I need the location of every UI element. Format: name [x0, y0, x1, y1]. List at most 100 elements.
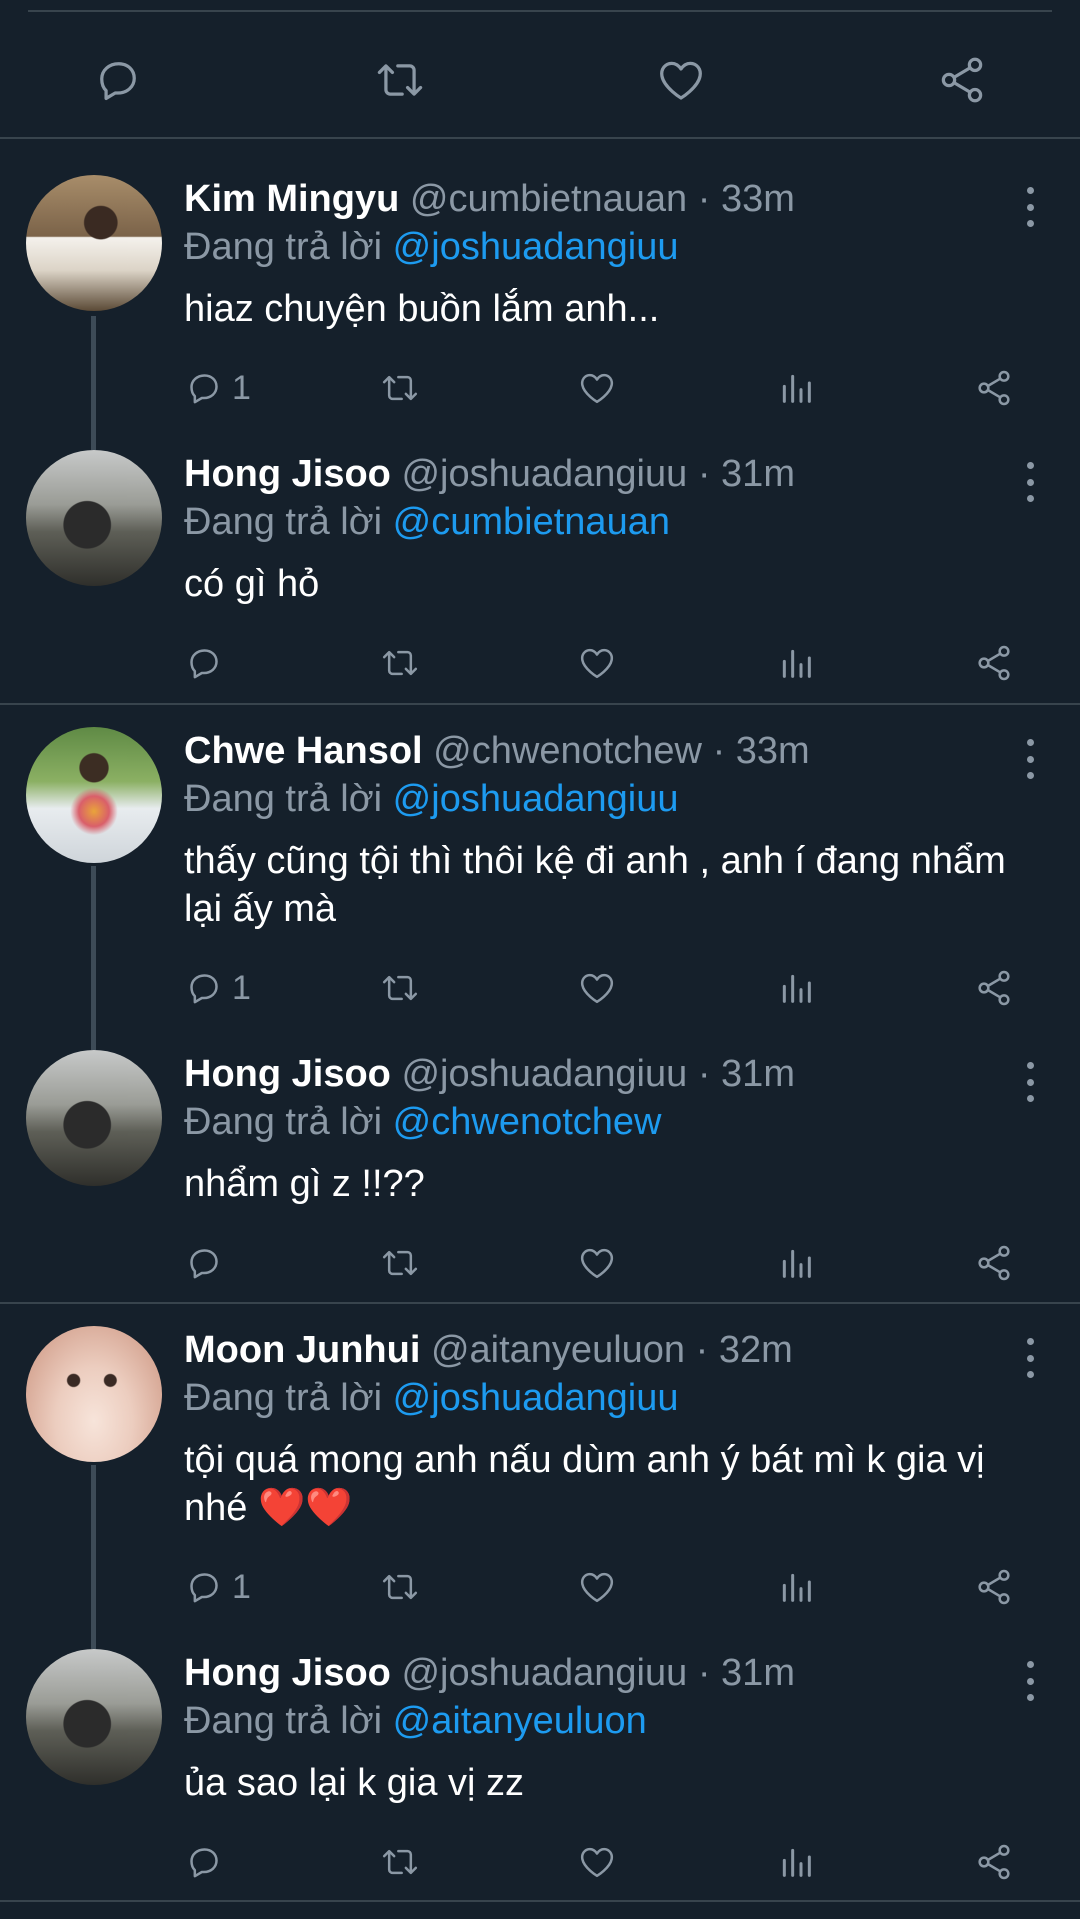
like-button[interactable] — [577, 638, 617, 688]
avatar[interactable] — [26, 1050, 162, 1186]
author-name[interactable]: Hong Jisoo — [184, 453, 391, 495]
analytics-icon — [776, 1243, 816, 1283]
share-button[interactable] — [974, 1562, 1014, 1612]
retweet-button[interactable] — [370, 50, 430, 110]
reply-button[interactable] — [88, 50, 148, 110]
like-button[interactable] — [577, 963, 617, 1013]
retweet-button[interactable] — [380, 963, 420, 1013]
author-handle[interactable]: @chwenotchew — [433, 730, 702, 772]
more-options-button[interactable] — [1020, 739, 1040, 779]
retweet-button[interactable] — [380, 1238, 420, 1288]
author-handle[interactable]: @aitanyeuluon — [431, 1329, 685, 1371]
share-button[interactable] — [974, 1238, 1014, 1288]
mention-link[interactable]: @aitanyeuluon — [393, 1700, 647, 1742]
tweet-actions: 1 — [184, 1562, 1044, 1612]
retweet-button[interactable] — [380, 638, 420, 688]
analytics-button[interactable] — [776, 638, 816, 688]
like-button[interactable] — [577, 363, 617, 413]
mention-link[interactable]: @joshuadangiuu — [393, 1377, 679, 1419]
author-name[interactable]: Moon Junhui — [184, 1329, 420, 1371]
reply-button[interactable] — [184, 638, 232, 688]
like-button[interactable] — [577, 1837, 617, 1887]
tweet-actions: 1 — [184, 963, 1044, 1013]
replying-to-label: Đang trả lời — [184, 778, 383, 820]
timestamp[interactable]: 31m — [721, 1053, 795, 1095]
like-button[interactable] — [577, 1562, 617, 1612]
more-options-button[interactable] — [1020, 1661, 1040, 1701]
avatar[interactable] — [26, 727, 162, 863]
like-icon — [577, 1567, 617, 1607]
author-handle[interactable]: @joshuadangiuu — [401, 1053, 687, 1095]
share-icon — [936, 54, 988, 106]
reply-button[interactable] — [184, 1238, 232, 1288]
avatar[interactable] — [26, 1649, 162, 1785]
reply-button[interactable]: 1 — [184, 963, 251, 1013]
more-options-button[interactable] — [1020, 462, 1040, 502]
main-tweet-actions — [0, 20, 1080, 140]
retweet-button[interactable] — [380, 1837, 420, 1887]
share-button[interactable] — [974, 1837, 1014, 1887]
share-button[interactable] — [974, 638, 1014, 688]
like-button[interactable] — [651, 50, 711, 110]
author-name[interactable]: Hong Jisoo — [184, 1652, 391, 1694]
reply-button[interactable]: 1 — [184, 1562, 251, 1612]
reply-button[interactable] — [184, 1837, 232, 1887]
avatar[interactable] — [26, 1326, 162, 1462]
top-divider — [28, 10, 1052, 12]
analytics-button[interactable] — [776, 1238, 816, 1288]
analytics-button[interactable] — [776, 963, 816, 1013]
tweet-actions: 1 — [184, 363, 1044, 413]
share-icon — [974, 1567, 1014, 1607]
reply-button[interactable]: 1 — [184, 363, 251, 413]
mention-link[interactable]: @chwenotchew — [393, 1101, 662, 1143]
separator: · — [697, 453, 711, 495]
more-options-button[interactable] — [1020, 187, 1040, 227]
author-handle[interactable]: @cumbietnauan — [410, 178, 687, 220]
avatar[interactable] — [26, 450, 162, 586]
author-name[interactable]: Hong Jisoo — [184, 1053, 391, 1095]
retweet-icon — [374, 54, 426, 106]
author-name[interactable]: Kim Mingyu — [184, 178, 399, 220]
analytics-icon — [776, 968, 816, 1008]
like-button[interactable] — [577, 1238, 617, 1288]
mention-link[interactable]: @joshuadangiuu — [393, 226, 679, 268]
share-button[interactable] — [932, 50, 992, 110]
analytics-icon — [776, 1567, 816, 1607]
more-icon — [1026, 1661, 1034, 1668]
tweet-text: có gì hỏ — [184, 563, 320, 605]
share-icon — [974, 1243, 1014, 1283]
mention-link[interactable]: @cumbietnauan — [393, 501, 670, 543]
timestamp[interactable]: 33m — [736, 730, 810, 772]
more-options-button[interactable] — [1020, 1338, 1040, 1378]
replying-to-label: Đang trả lời — [184, 1101, 383, 1143]
retweet-button[interactable] — [380, 1562, 420, 1612]
analytics-button[interactable] — [776, 363, 816, 413]
timestamp[interactable]: 31m — [721, 453, 795, 495]
author-handle[interactable]: @joshuadangiuu — [401, 453, 687, 495]
reply-icon — [184, 1243, 224, 1283]
tweet-actions — [184, 1837, 1044, 1887]
replying-to-label: Đang trả lời — [184, 501, 383, 543]
reply-icon — [184, 643, 224, 683]
author-handle[interactable]: @joshuadangiuu — [401, 1652, 687, 1694]
retweet-button[interactable] — [380, 363, 420, 413]
share-button[interactable] — [974, 963, 1014, 1013]
analytics-icon — [776, 643, 816, 683]
more-icon — [1026, 739, 1034, 746]
avatar[interactable] — [26, 175, 162, 311]
timestamp[interactable]: 32m — [719, 1329, 793, 1371]
more-icon — [1026, 1338, 1034, 1345]
author-name[interactable]: Chwe Hansol — [184, 730, 423, 772]
retweet-icon — [380, 1567, 420, 1607]
analytics-button[interactable] — [776, 1837, 816, 1887]
timestamp[interactable]: 33m — [721, 178, 795, 220]
mention-link[interactable]: @joshuadangiuu — [393, 778, 679, 820]
analytics-button[interactable] — [776, 1562, 816, 1612]
separator: · — [697, 1652, 711, 1694]
retweet-icon — [380, 643, 420, 683]
more-options-button[interactable] — [1020, 1062, 1040, 1102]
like-icon — [577, 1243, 617, 1283]
timestamp[interactable]: 31m — [721, 1652, 795, 1694]
share-button[interactable] — [974, 363, 1014, 413]
retweet-icon — [380, 368, 420, 408]
